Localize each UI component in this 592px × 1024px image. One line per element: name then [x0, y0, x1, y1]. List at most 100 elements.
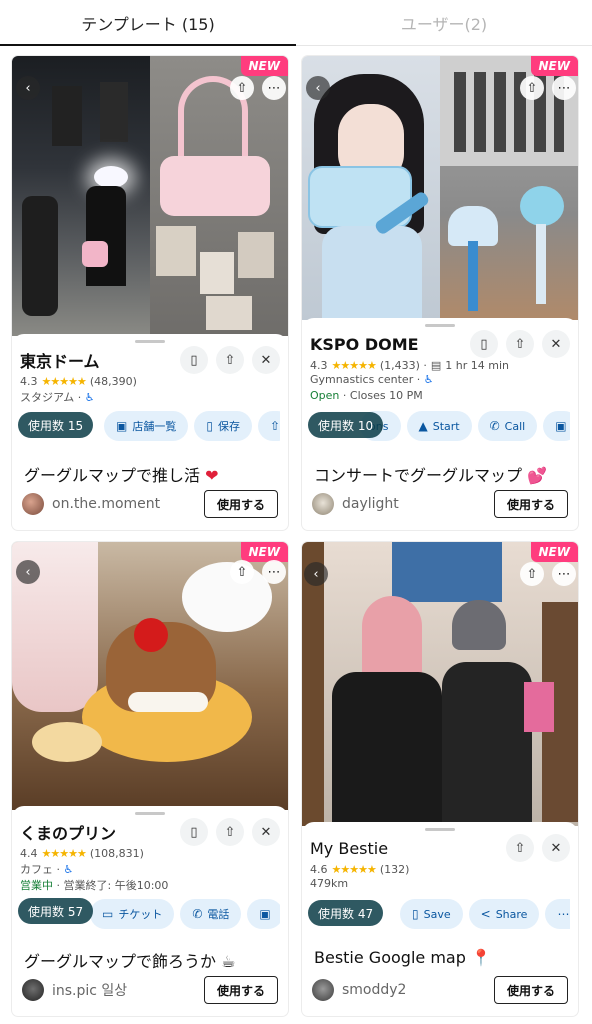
bookmark-icon: ▯ — [206, 419, 213, 433]
rating-value: 4.3 — [20, 374, 38, 388]
share-icon[interactable]: ⇧ — [520, 562, 544, 586]
share-icon[interactable]: ⇧ — [230, 76, 254, 100]
template-card[interactable]: NEW ‹ ⇧ ⋯ 東京ドーム ▯ ⇧ ✕ 4.3 ★★★★★ (48,390)… — [12, 56, 288, 530]
rating-stars: ★★★★★ — [41, 846, 87, 860]
start-button[interactable]: ▲ Start — [406, 411, 472, 441]
bookmark-icon[interactable]: ▯ — [470, 330, 498, 358]
ticket-button[interactable]: ▭ チケット — [90, 899, 175, 929]
new-badge: NEW — [530, 56, 578, 76]
place-name: My Bestie — [310, 838, 389, 858]
rating-stars: ★★★★★ — [331, 862, 377, 876]
rating-value: 4.3 — [310, 358, 328, 372]
use-template-button[interactable]: 使用する — [494, 976, 568, 1004]
sheet-handle — [135, 812, 165, 815]
distance: 479km — [310, 877, 349, 890]
place-category: スタジアム · — [20, 391, 82, 404]
share-icon[interactable]: ⇧ — [216, 346, 244, 374]
share-icon: < — [480, 907, 491, 921]
share-icon[interactable]: ⇧ — [520, 76, 544, 100]
review-count: (132) — [379, 862, 410, 876]
use-template-button[interactable]: 使用する — [204, 490, 278, 518]
avatar — [22, 493, 44, 515]
bookmark-icon: ▯ — [412, 907, 419, 921]
place-category: カフェ · — [20, 863, 60, 876]
review-count: (48,390) — [89, 374, 137, 388]
share-icon[interactable]: ⇧ — [506, 330, 534, 358]
uses-count: 使用数 10 — [308, 412, 384, 438]
save-button[interactable]: ▯ 保存 — [194, 411, 252, 441]
store-button[interactable]: ▣ — [543, 411, 570, 441]
wheelchair-icon: ♿ — [84, 391, 95, 404]
back-icon[interactable]: ‹ — [16, 76, 40, 100]
drive-time: 1 hr 14 min — [445, 358, 510, 372]
review-count: (1,433) · — [379, 358, 427, 372]
rating-value: 4.4 — [20, 846, 38, 860]
close-icon[interactable]: ✕ — [542, 834, 570, 862]
uses-count: 使用数 15 — [18, 412, 94, 438]
navigate-icon: ▲ — [418, 419, 428, 433]
share-icon[interactable]: ⇧ — [506, 834, 534, 862]
more-button[interactable]: ⋯M — [545, 899, 570, 929]
template-card[interactable]: NEW ‹ ⇧ ⋯ My Bestie ⇧ ✕ 4.6 ★★★★★ (132) … — [302, 542, 578, 1016]
share-icon[interactable]: ⇧ — [216, 818, 244, 846]
share-icon: ⇧ — [269, 419, 280, 433]
place-name: KSPO DOME — [310, 334, 419, 354]
call-button[interactable]: ✆ Call — [477, 411, 538, 441]
tab-templates[interactable]: テンプレート (15) — [0, 0, 296, 46]
avatar — [312, 979, 334, 1001]
wheelchair-icon: ♿ — [423, 373, 434, 386]
rating-value: 4.6 — [310, 862, 328, 876]
close-icon[interactable]: ✕ — [252, 818, 280, 846]
bookmark-icon[interactable]: ▯ — [180, 818, 208, 846]
store-button[interactable]: ▣ — [247, 899, 280, 929]
author-row: smoddy2 使用する — [312, 976, 568, 1004]
card-title: コンサートでグーグルマップ 💕 — [314, 466, 548, 485]
open-status: 営業中 — [20, 879, 53, 892]
share-button[interactable]: < Share — [468, 899, 540, 929]
save-button[interactable]: ▯ Save — [400, 899, 463, 929]
more-icon: ⋯ — [557, 907, 570, 921]
bus-icon: ▤ — [430, 358, 442, 372]
place-category: Gymnastics center · — [310, 373, 421, 386]
store-icon: ▣ — [259, 907, 271, 921]
more-icon[interactable]: ⋯ — [552, 562, 576, 586]
more-icon[interactable]: ⋯ — [552, 76, 576, 100]
card-title: Bestie Google map 📍 — [314, 948, 491, 967]
share-button[interactable]: ⇧ — [257, 411, 280, 441]
rating-stars: ★★★★★ — [331, 358, 377, 372]
rating-stars: ★★★★★ — [41, 374, 87, 388]
open-status: Open — [310, 389, 340, 402]
review-count: (108,831) — [89, 846, 144, 860]
template-card[interactable]: NEW ‹ ⇧ ⋯ くまのプリン ▯ ⇧ ✕ 4.4 ★★★★★ (108,83… — [12, 542, 288, 1016]
stores-button[interactable]: ▣ 店舗一覧 — [104, 411, 189, 441]
close-icon[interactable]: ✕ — [252, 346, 280, 374]
place-name: 東京ドーム — [20, 352, 100, 371]
template-card[interactable]: NEW ‹ ⇧ ⋯ KSPO DOME ▯ ⇧ ✕ 4.3 ★★★★★ (1,4… — [302, 56, 578, 530]
back-icon[interactable]: ‹ — [16, 560, 40, 584]
bookmark-icon[interactable]: ▯ — [180, 346, 208, 374]
more-icon[interactable]: ⋯ — [262, 76, 286, 100]
avatar — [22, 979, 44, 1001]
store-icon: ▣ — [116, 419, 128, 433]
call-button[interactable]: ✆ 電話 — [180, 899, 242, 929]
use-template-button[interactable]: 使用する — [494, 490, 568, 518]
new-badge: NEW — [240, 542, 288, 562]
avatar — [312, 493, 334, 515]
close-icon[interactable]: ✕ — [542, 330, 570, 358]
uses-count: 使用数 47 — [308, 900, 384, 926]
author-row: daylight 使用する — [312, 490, 568, 518]
ticket-icon: ▭ — [102, 907, 114, 921]
tab-users[interactable]: ユーザー(2) — [296, 0, 592, 45]
wheelchair-icon: ♿ — [63, 863, 74, 876]
use-template-button[interactable]: 使用する — [204, 976, 278, 1004]
back-icon[interactable]: ‹ — [304, 562, 328, 586]
author-name: daylight — [342, 496, 399, 512]
author-row: on.the.moment 使用する — [22, 490, 278, 518]
closing-time: · Closes 10 PM — [342, 389, 423, 402]
uses-count: 使用数 57 — [18, 898, 94, 924]
share-icon[interactable]: ⇧ — [230, 560, 254, 584]
more-icon[interactable]: ⋯ — [262, 560, 286, 584]
back-icon[interactable]: ‹ — [306, 76, 330, 100]
new-badge: NEW — [240, 56, 288, 76]
sheet-handle — [135, 340, 165, 343]
